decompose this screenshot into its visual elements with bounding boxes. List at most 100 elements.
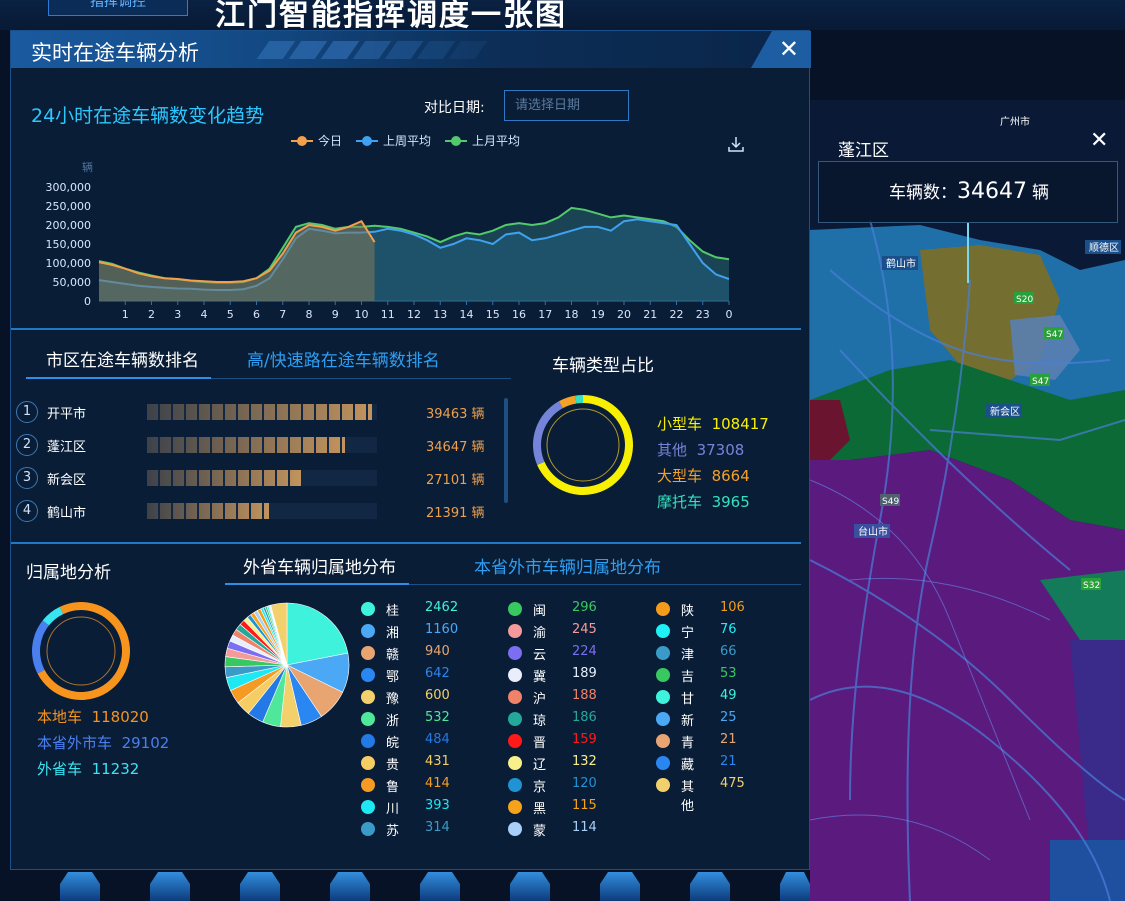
province-name: 云 (533, 648, 547, 663)
rank-bar (147, 437, 346, 453)
x-tick-label: 21 (643, 308, 657, 321)
province-name: 黑 (533, 802, 547, 817)
tab-out-province[interactable]: 外省车辆归属地分布 (243, 553, 396, 578)
province-value: 393 (425, 798, 450, 813)
legend-item-lastmonth[interactable]: 上月平均 (445, 132, 520, 149)
header-stripe (448, 41, 488, 59)
legend-dot (656, 624, 670, 638)
vehicle-type-title: 车辆类型占比 (552, 356, 654, 376)
legend-item-today[interactable]: 今日 (291, 132, 342, 149)
legend-dot (508, 668, 522, 682)
donut-slice[interactable] (42, 606, 64, 626)
x-tick-label: 6 (253, 308, 260, 321)
x-tick-label: 8 (306, 308, 313, 321)
donut-slice[interactable] (533, 401, 563, 465)
legend-dot (656, 734, 670, 748)
x-tick-label: 20 (617, 308, 631, 321)
province-name: 吉 (681, 670, 695, 685)
rank-number: 2 (16, 434, 38, 456)
rank-name: 蓬江区 (47, 440, 87, 455)
legend-dot (508, 602, 522, 616)
rank-value: 21391 辆 (426, 506, 485, 521)
popup-label: 车辆数： (888, 183, 957, 203)
legend-dot (508, 778, 522, 792)
y-tick-label: 250,000 (46, 200, 92, 213)
legend-dot (656, 602, 670, 616)
origin-title: 归属地分析 (26, 563, 111, 583)
compare-date-input[interactable] (504, 90, 629, 121)
dashboard-title: 江门智能指挥调度一张图 (215, 0, 567, 33)
tab-active-underline (26, 377, 211, 379)
province-value: 189 (572, 666, 597, 681)
toolbar-icon-3[interactable] (240, 872, 280, 901)
x-tick-label: 9 (332, 308, 339, 321)
close-icon[interactable]: ✕ (751, 31, 811, 68)
province-name: 川 (386, 802, 400, 817)
legend-item-lastweek[interactable]: 上周平均 (356, 132, 431, 149)
province-pie (224, 602, 350, 728)
type-label: 摩托车 (657, 493, 703, 511)
origin-item: 本省外市车 29102 (37, 732, 169, 753)
y-tick-label: 100,000 (46, 257, 92, 270)
toolbar-icon-5[interactable] (420, 872, 460, 901)
province-name: 晋 (533, 736, 547, 751)
rank-bar-track (147, 404, 377, 420)
tab-highway-ranking[interactable]: 高/快速路在途车辆数排名 (247, 346, 440, 371)
rank-value: 39463 辆 (426, 407, 485, 422)
x-tick-label: 22 (670, 308, 684, 321)
legend-dot (361, 602, 375, 616)
province-name: 鲁 (386, 780, 400, 795)
toolbar-icon-4[interactable] (330, 872, 370, 901)
tab-district-ranking[interactable]: 市区在途车辆数排名 (46, 346, 199, 371)
province-value: 224 (572, 644, 597, 659)
province-name: 浙 (386, 714, 400, 729)
province-value: 132 (572, 754, 597, 769)
popup-close-icon[interactable]: ✕ (1090, 128, 1108, 153)
donut-slice[interactable] (31, 620, 49, 674)
ranking-row[interactable]: 2 蓬江区 34647 辆 (16, 434, 496, 456)
ranking-row[interactable]: 1 开平市 39463 辆 (16, 401, 496, 423)
dashboard-header: 指挥调控 江门智能指挥调度一张图 (0, 0, 1125, 33)
ranking-row[interactable]: 4 鹤山市 21391 辆 (16, 500, 496, 522)
toolbar-icon-8[interactable] (690, 872, 730, 901)
legend-dot (508, 646, 522, 660)
toolbar-icon-1[interactable] (60, 872, 100, 901)
toolbar-icon-9[interactable] (780, 872, 810, 901)
province-name: 沪 (533, 692, 547, 707)
province-name: 藏 (681, 758, 695, 773)
province-value: 414 (425, 776, 450, 791)
y-tick-label: 0 (84, 295, 91, 308)
province-name: 冀 (533, 670, 547, 685)
province-name: 陕 (681, 604, 695, 619)
province-name: 贵 (386, 758, 400, 773)
toolbar-icon-6[interactable] (510, 872, 550, 901)
province-value: 431 (425, 754, 450, 769)
legend-dot (656, 668, 670, 682)
tab-in-province[interactable]: 本省外市车辆归属地分布 (474, 553, 661, 578)
ranking-row[interactable]: 3 新会区 27101 辆 (16, 467, 496, 489)
donut-slice[interactable] (575, 395, 583, 404)
nav-tab[interactable]: 指挥调控 (48, 0, 188, 16)
rank-number: 4 (16, 500, 38, 522)
type-value: 8664 (711, 467, 750, 485)
ranking-scrollbar[interactable] (504, 398, 508, 503)
x-tick-label: 13 (433, 308, 447, 321)
map-label-s47a: S47 (1046, 330, 1063, 340)
panel-title: 实时在途车辆分析 (31, 41, 199, 65)
x-tick-label: 0 (726, 308, 733, 321)
province-value: 2462 (425, 600, 459, 615)
toolbar-icon-7[interactable] (600, 872, 640, 901)
map-label-heshan: 鹤山市 (886, 257, 916, 270)
origin-item: 外省车 11232 (37, 758, 139, 779)
vehicle-type-donut (533, 395, 633, 495)
map-label-s49: S49 (882, 497, 899, 507)
vehicle-type-item: 摩托车 3965 (657, 491, 750, 512)
province-value: 66 (720, 644, 737, 659)
rank-bar (147, 503, 270, 519)
download-icon[interactable] (727, 135, 745, 153)
province-name: 辽 (533, 758, 547, 773)
rank-value: 34647 辆 (426, 440, 485, 455)
vehicle-analysis-panel: 实时在途车辆分析 ✕ 24小时在途车辆数变化趋势 对比日期: 今日 上周平均 上… (10, 30, 811, 870)
toolbar-icon-2[interactable] (150, 872, 190, 901)
rank-name: 开平市 (47, 407, 87, 422)
